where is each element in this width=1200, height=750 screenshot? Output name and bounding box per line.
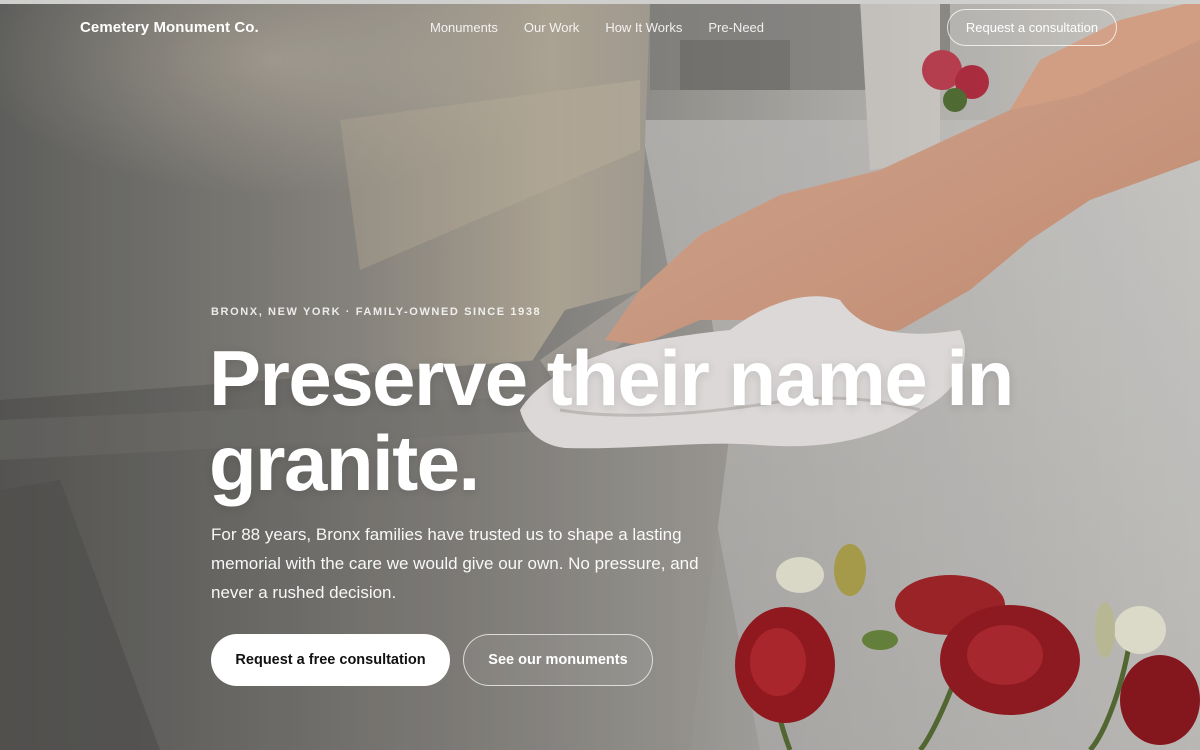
brand-logo-text[interactable]: Cemetery Monument Co. <box>80 19 259 36</box>
nav-link-our-work[interactable]: Our Work <box>524 20 579 35</box>
hero-subcopy: For 88 years, Bronx families have truste… <box>211 525 699 602</box>
nav-link-how-it-works[interactable]: How It Works <box>605 20 682 35</box>
free-consultation-button[interactable]: Request a free consultation <box>211 634 450 686</box>
hero-headline-line-1: Preserve their name in <box>209 334 1014 422</box>
see-monuments-button[interactable]: See our monuments <box>463 634 653 686</box>
nav-link-monuments[interactable]: Monuments <box>430 20 498 35</box>
hero-headline-line-2: granite. <box>209 419 480 507</box>
main-nav: Monuments Our Work How It Works Pre-Need <box>430 20 764 35</box>
request-consultation-button[interactable]: Request a consultation <box>947 9 1117 46</box>
nav-link-pre-need[interactable]: Pre-Need <box>708 20 764 35</box>
site-header: Cemetery Monument Co. Monuments Our Work… <box>0 0 1200 56</box>
hero-eyebrow: BRONX, NEW YORK · FAMILY-OWNED SINCE 193… <box>211 306 542 318</box>
hero-headline: Preserve their name in granite. <box>209 336 1029 506</box>
